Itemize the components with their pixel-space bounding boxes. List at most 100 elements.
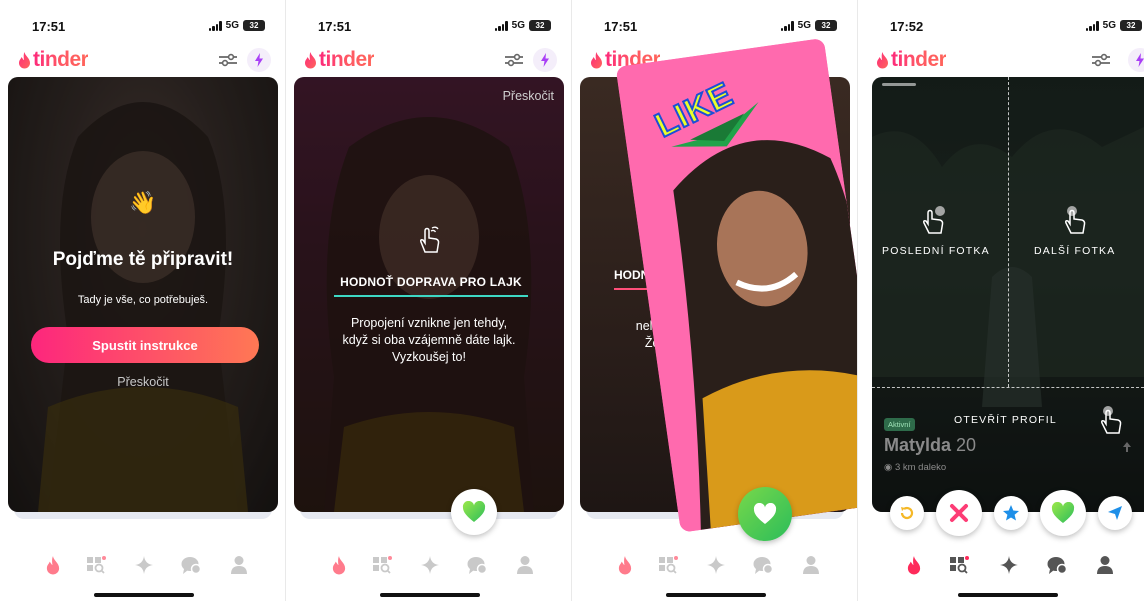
next-photo-label: DALŠÍ FOTKA xyxy=(1034,245,1116,257)
profile-name: Matylda xyxy=(884,435,952,455)
tutorial-card: Přeskočit HODNOŤ DOPRAVA PRO LAJK Propoj… xyxy=(294,77,564,512)
flame-logo-icon xyxy=(305,52,316,69)
nav-chat-icon[interactable] xyxy=(180,554,202,576)
app-header: tinder xyxy=(0,48,285,74)
swipe-hand-icon xyxy=(420,226,440,253)
nav-sparkle-icon[interactable] xyxy=(133,554,155,576)
tutorial-line: Vyzkoušej to! xyxy=(392,350,466,364)
screen-1: 17:51 5G 32 tinder 👋 Pojďme tě připravit… xyxy=(0,0,286,601)
logo-text: tinder xyxy=(319,48,375,71)
status-time: 17:51 xyxy=(318,19,352,34)
tutorial-line: když si oba vzájemně dáte lajk. xyxy=(342,333,516,347)
signal-icon xyxy=(494,20,508,31)
nav-flame-icon[interactable] xyxy=(903,554,925,576)
nav-chat-icon[interactable] xyxy=(466,554,488,576)
nav-explore-icon[interactable] xyxy=(657,554,679,576)
nav-flame-icon[interactable] xyxy=(42,554,64,576)
profile-name-row: Matylda 20 xyxy=(884,435,976,456)
nav-flame-icon[interactable] xyxy=(328,554,350,576)
send-icon xyxy=(1108,506,1122,520)
divider-horizontal xyxy=(872,387,1144,388)
skip-link[interactable]: Přeskočit xyxy=(8,375,278,389)
status-bar: 17:51 5G 32 xyxy=(572,18,857,36)
rewind-icon xyxy=(900,506,914,520)
network-label: 5G xyxy=(511,20,525,31)
battery-icon: 32 xyxy=(529,20,551,31)
nav-explore-icon[interactable] xyxy=(371,554,393,576)
distance-text: 3 km daleko xyxy=(894,462,947,473)
tinder-logo[interactable]: tinder xyxy=(304,48,375,72)
flame-logo-icon xyxy=(19,52,30,69)
nav-sparkle-icon[interactable] xyxy=(419,554,441,576)
signal-icon xyxy=(1085,20,1099,31)
bolt-icon xyxy=(255,53,263,67)
network-label: 5G xyxy=(1102,20,1116,31)
heart-icon xyxy=(753,503,777,524)
nav-sparkle-icon[interactable] xyxy=(705,554,727,576)
boost-button[interactable] xyxy=(247,48,271,72)
status-bar: 17:51 5G 32 xyxy=(0,18,285,36)
filter-icon[interactable] xyxy=(1090,51,1112,69)
signal-icon xyxy=(208,20,222,31)
bottom-nav xyxy=(0,544,285,584)
onboarding-subtitle: Tady je vše, co potřebuješ. xyxy=(77,294,209,306)
photo-progress-bar xyxy=(882,83,916,86)
nav-explore-icon[interactable] xyxy=(85,554,107,576)
start-instructions-button[interactable]: Spustit instrukce xyxy=(31,327,259,363)
home-indicator xyxy=(380,593,480,597)
status-time: 17:51 xyxy=(32,19,66,34)
battery-icon: 32 xyxy=(1120,20,1142,31)
nav-profile-icon[interactable] xyxy=(228,554,250,576)
filter-icon[interactable] xyxy=(503,51,525,69)
logo-text: tinder xyxy=(33,48,89,71)
filter-icon[interactable] xyxy=(217,51,239,69)
bottom-nav xyxy=(858,544,1144,584)
heart-icon xyxy=(462,501,486,522)
status-bar: 17:52 5G 32 xyxy=(858,18,1144,36)
nav-profile-icon[interactable] xyxy=(514,554,536,576)
like-button[interactable] xyxy=(451,489,497,535)
nav-sparkle-icon[interactable] xyxy=(998,554,1020,576)
nav-flame-icon[interactable] xyxy=(614,554,636,576)
nav-explore-icon[interactable] xyxy=(948,554,970,576)
tinder-logo[interactable]: tinder xyxy=(876,48,947,72)
nav-profile-icon[interactable] xyxy=(800,554,822,576)
boost-button[interactable] xyxy=(1128,48,1144,72)
tutorial-text: Propojení vznikne jen tehdy, když si oba… xyxy=(314,315,544,366)
battery-icon: 32 xyxy=(815,20,837,31)
nav-profile-icon[interactable] xyxy=(1094,554,1116,576)
bottom-nav xyxy=(286,544,571,584)
screen-4: 17:52 5G 32 tinder POSLEDNÍ FOTKA DALŠÍ … xyxy=(858,0,1144,601)
heart-icon xyxy=(1051,502,1075,523)
app-header: tinder xyxy=(858,48,1144,74)
location-pin-icon: ◉ xyxy=(884,462,893,473)
battery-icon: 32 xyxy=(243,20,265,31)
send-button[interactable] xyxy=(1098,496,1132,530)
home-indicator xyxy=(94,593,194,597)
wave-emoji: 👋 xyxy=(129,190,157,215)
divider-vertical xyxy=(1008,77,1009,387)
like-button[interactable] xyxy=(738,487,792,541)
nav-chat-icon[interactable] xyxy=(752,554,774,576)
profile-card[interactable]: POSLEDNÍ FOTKA DALŠÍ FOTKA OTEVŘÍT PROFI… xyxy=(872,77,1144,512)
tap-hand-right-icon xyxy=(1065,206,1086,234)
network-label: 5G xyxy=(225,20,239,31)
flame-logo-icon xyxy=(877,52,888,69)
active-badge: Aktivní xyxy=(884,418,915,431)
nope-button[interactable] xyxy=(936,490,982,536)
star-icon xyxy=(1003,505,1019,521)
nav-chat-icon[interactable] xyxy=(1046,554,1068,576)
open-profile-label: OTEVŘÍT PROFIL xyxy=(954,414,1057,426)
rewind-button[interactable] xyxy=(890,496,924,530)
bottom-nav xyxy=(572,544,857,584)
info-arrow-icon[interactable] xyxy=(1122,441,1132,453)
tutorial-heading: HODNOŤ DOPRAVA PRO LAJK xyxy=(334,275,528,297)
super-like-button[interactable] xyxy=(994,496,1028,530)
tutorial-line: Propojení vznikne jen tehdy, xyxy=(350,316,508,330)
skip-link[interactable]: Přeskočit xyxy=(503,89,554,103)
like-button[interactable] xyxy=(1040,490,1086,536)
tinder-logo[interactable]: tinder xyxy=(18,48,89,72)
boost-button[interactable] xyxy=(533,48,557,72)
screen-2: 17:51 5G 32 tinder Přeskočit HODNOŤ DOPR… xyxy=(286,0,572,601)
app-header: tinder xyxy=(286,48,571,74)
